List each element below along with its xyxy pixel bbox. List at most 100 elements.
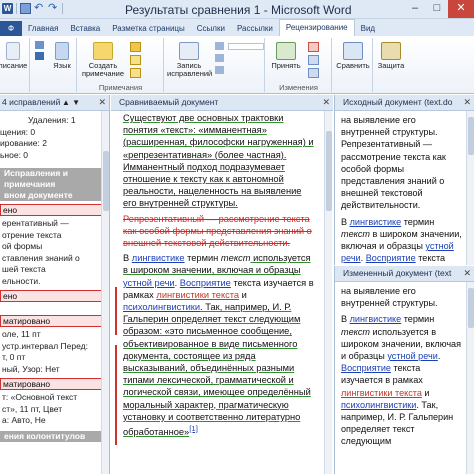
deleted-text: Репрезентативный — рассмотрение текста к…: [123, 213, 312, 249]
close-icon[interactable]: ✕: [463, 95, 471, 110]
reviewing-pane-icon: [215, 66, 224, 74]
reviewing-pane-small[interactable]: [215, 66, 224, 76]
tab-insert[interactable]: Вставка: [64, 21, 106, 36]
close-icon[interactable]: ✕: [98, 95, 106, 110]
tab-references[interactable]: Ссылки: [191, 21, 231, 36]
text-line: внутренней структуры.: [341, 127, 438, 138]
link-oral-speech[interactable]: устной речи: [387, 351, 437, 361]
new-comment-button[interactable]: Создать примечание: [80, 42, 126, 78]
link-perception[interactable]: Восприятие: [180, 278, 231, 288]
tab-mailings[interactable]: Рассылки: [231, 21, 279, 36]
revision-text: ставления знаний о: [2, 252, 80, 263]
maximize-button[interactable]: □: [426, 0, 448, 18]
revision-box-inserted[interactable]: ено: [0, 290, 107, 302]
text-line: на выявление его: [341, 115, 416, 125]
tab-view[interactable]: Вид: [355, 21, 381, 36]
scrollbar-thumb[interactable]: [468, 288, 474, 328]
link-text-linguistics[interactable]: лингвистики текста: [156, 290, 239, 300]
revision-summary: Удаления: 1 щения: 0 ирование: 2 ьное: 0: [0, 111, 109, 161]
next-change-small[interactable]: [308, 68, 319, 80]
show-markup-small[interactable]: [215, 54, 224, 64]
minimize-button[interactable]: –: [404, 0, 426, 18]
reject-small[interactable]: [308, 42, 319, 54]
save-icon[interactable]: [20, 3, 31, 14]
translate-small[interactable]: [35, 41, 44, 51]
redo-icon[interactable]: ↷: [48, 3, 59, 14]
vertical-scrollbar[interactable]: [466, 111, 474, 265]
revision-text: т: «Основной текст: [2, 392, 78, 402]
link-oral[interactable]: устной: [425, 241, 453, 251]
new-comment-label: Создать примечание: [81, 61, 125, 78]
revisions-count: 4 исправлений: [2, 97, 61, 107]
link-linguistics[interactable]: лингвистике: [350, 314, 402, 324]
text-line: Репрезентативный —: [341, 139, 432, 150]
text: . Так, например, И. Р. Гальперин определ…: [123, 302, 311, 438]
translate-tip-small[interactable]: [35, 52, 44, 62]
revision-box-formatted[interactable]: матировано: [0, 378, 107, 390]
revision-text: ерентативный —: [2, 218, 69, 228]
show-markup-icon: [215, 54, 224, 62]
divider: [62, 3, 63, 14]
text-line: на выявление его: [341, 286, 416, 296]
language-button[interactable]: Язык: [49, 42, 75, 70]
close-button[interactable]: ✕: [448, 0, 474, 18]
language-label: Язык: [53, 61, 71, 70]
link-psycholinguistics[interactable]: психолингвистики: [341, 400, 416, 410]
tab-home[interactable]: Главная: [22, 21, 64, 36]
markup-small[interactable]: [215, 42, 265, 52]
text: .: [437, 351, 441, 362]
link-text-linguistics[interactable]: лингвистики текста: [341, 388, 422, 398]
compared-document-body[interactable]: Существуют две основных трактовки поняти…: [123, 112, 317, 441]
new-comment-icon: [93, 42, 113, 60]
revision-box-deleted[interactable]: ено: [0, 204, 107, 216]
scrollbar-thumb[interactable]: [103, 151, 109, 211]
link-linguistics[interactable]: лингвистике: [132, 253, 185, 263]
tracking-group: Запись исправлений: [165, 38, 265, 92]
vertical-scrollbar[interactable]: [324, 111, 332, 474]
word-app-icon[interactable]: W: [2, 3, 13, 14]
vertical-scrollbar[interactable]: [101, 111, 109, 474]
text: термин: [401, 314, 435, 325]
italic-text: текст: [341, 326, 370, 337]
link-perception[interactable]: Восприятие: [366, 253, 416, 263]
revision-text: шей текста: [2, 264, 46, 274]
link-psycholinguistics[interactable]: психолингвистики: [123, 302, 200, 312]
text: В: [341, 216, 350, 227]
close-icon[interactable]: ✕: [322, 95, 330, 110]
revision-text: отрение текста: [2, 229, 62, 240]
accept-button[interactable]: Принять: [268, 42, 304, 70]
prev-comment-small[interactable]: [130, 55, 141, 67]
protect-button[interactable]: Защита: [374, 42, 408, 70]
track-changes-button[interactable]: Запись исправлений: [167, 42, 212, 78]
vertical-scrollbar[interactable]: [466, 282, 474, 474]
original-document-body[interactable]: на выявление его внутренней структуры. Р…: [341, 114, 463, 277]
scrollbar-thumb[interactable]: [326, 131, 332, 211]
paragraph: В лингвистике термин текст используется …: [341, 313, 463, 447]
compare-button[interactable]: Сравнить: [333, 42, 373, 70]
compared-document-pane: Сравниваемый документ ✕ Существуют две о…: [111, 95, 333, 474]
next-comment-small[interactable]: [130, 68, 141, 80]
changed-document-body[interactable]: на выявление его внутренней структуры. В…: [341, 285, 463, 448]
markup-dropdown[interactable]: [228, 43, 265, 50]
revision-text: ой формы: [2, 241, 43, 251]
revision-box-formatted[interactable]: матировано: [0, 315, 107, 327]
tab-page-layout[interactable]: Разметка страницы: [106, 21, 191, 36]
link-linguistics[interactable]: лингвистике: [350, 217, 402, 227]
tab-review[interactable]: Рецензирование: [278, 19, 355, 36]
tab-file[interactable]: Ф: [0, 21, 22, 36]
changes-group-label: Изменения: [279, 83, 318, 92]
close-icon[interactable]: ✕: [463, 266, 471, 281]
pane-nav-arrows[interactable]: ▲ ▼: [62, 95, 80, 110]
link-speech[interactable]: речи: [341, 253, 361, 263]
link-oral-speech[interactable]: устной речи: [123, 278, 175, 288]
undo-icon[interactable]: ↶: [34, 3, 45, 14]
link-perception[interactable]: Восприятие: [341, 363, 391, 373]
spelling-button[interactable]: писание: [0, 42, 30, 70]
title-bar: W ↶ ↷ Результаты сравнения 1 - Microsoft…: [0, 0, 474, 19]
delete-comment-small[interactable]: [130, 42, 141, 54]
footnote-reference[interactable]: [1]: [189, 424, 198, 433]
delete-comment-icon: [130, 42, 141, 52]
previous-change-small[interactable]: [308, 55, 319, 67]
paragraph: В лингвистике термин текст используется …: [123, 252, 317, 438]
scrollbar-thumb[interactable]: [468, 117, 474, 155]
